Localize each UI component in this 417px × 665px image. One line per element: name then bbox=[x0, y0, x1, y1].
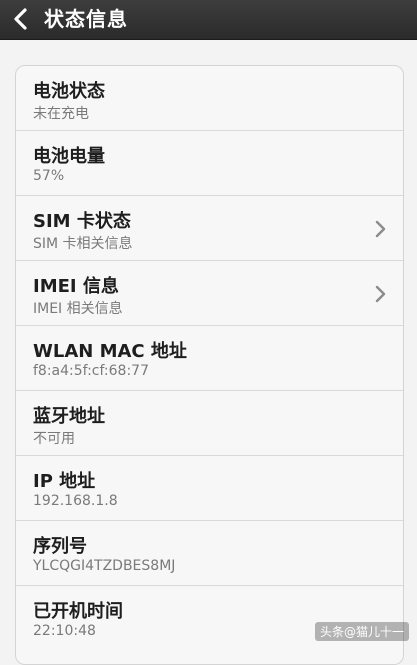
row-title: 蓝牙地址 bbox=[33, 406, 105, 427]
status-info-list: 电池状态 未在充电 电池电量 57% SIM 卡状态 SIM 卡相关信息 IME… bbox=[15, 65, 404, 665]
row-title: WLAN MAC 地址 bbox=[33, 341, 187, 362]
row-value: 57% bbox=[33, 168, 65, 184]
row-title: 电池状态 bbox=[33, 81, 105, 102]
row-value: 192.168.1.8 bbox=[33, 493, 118, 509]
watermark: 头条@猫儿十一 bbox=[314, 622, 409, 641]
row-value: 不可用 bbox=[33, 431, 75, 447]
list-item-imei[interactable]: IMEI 信息 IMEI 相关信息 bbox=[16, 261, 403, 326]
list-item-wlan-mac: WLAN MAC 地址 f8:a4:5f:cf:68:77 bbox=[16, 326, 403, 391]
row-title: IP 地址 bbox=[33, 471, 96, 492]
row-title: IMEI 信息 bbox=[33, 276, 119, 297]
row-title: 序列号 bbox=[33, 536, 87, 557]
row-value: 22:10:48 bbox=[33, 623, 96, 639]
back-button[interactable] bbox=[6, 2, 36, 36]
title-bar: 状态信息 bbox=[0, 0, 417, 40]
row-value: IMEI 相关信息 bbox=[33, 301, 123, 317]
row-title: SIM 卡状态 bbox=[33, 211, 131, 232]
row-title: 已开机时间 bbox=[33, 601, 123, 622]
list-item-bluetooth-address: 蓝牙地址 不可用 bbox=[16, 391, 403, 456]
row-value: SIM 卡相关信息 bbox=[33, 236, 133, 252]
row-title: 电池电量 bbox=[33, 146, 105, 167]
row-value: f8:a4:5f:cf:68:77 bbox=[33, 363, 149, 379]
list-item-battery-level: 电池电量 57% bbox=[16, 131, 403, 196]
row-value: 未在充电 bbox=[33, 106, 89, 122]
list-item-sim-status[interactable]: SIM 卡状态 SIM 卡相关信息 bbox=[16, 196, 403, 261]
chevron-right-icon bbox=[375, 285, 386, 303]
page-title: 状态信息 bbox=[44, 7, 128, 31]
row-value: YLCQGI4TZDBES8MJ bbox=[33, 558, 176, 574]
chevron-right-icon bbox=[375, 220, 386, 238]
list-item-battery-status: 电池状态 未在充电 bbox=[16, 66, 403, 131]
chevron-left-icon bbox=[14, 8, 27, 30]
list-item-serial-number: 序列号 YLCQGI4TZDBES8MJ bbox=[16, 521, 403, 586]
list-item-uptime: 已开机时间 22:10:48 bbox=[16, 586, 403, 651]
list-item-ip-address: IP 地址 192.168.1.8 bbox=[16, 456, 403, 521]
